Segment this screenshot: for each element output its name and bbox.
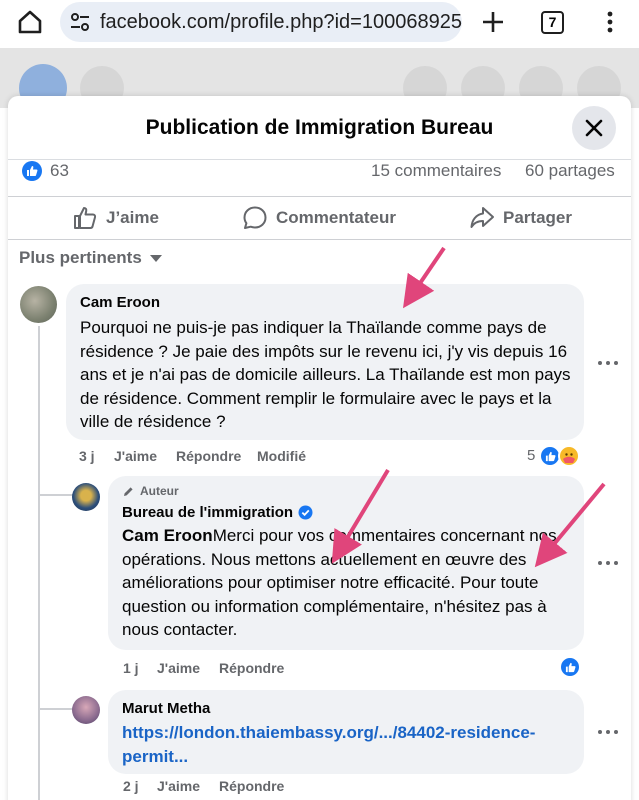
shares-count[interactable]: 60 partages	[525, 161, 615, 181]
comment-text: Pourquoi ne puis-je pas indiquer la Thaï…	[80, 318, 571, 431]
comment-bubble: Marut Metha https://london.thaiembassy.o…	[108, 690, 584, 774]
sort-label: Plus pertinents	[19, 248, 142, 267]
share-arrow-icon	[470, 207, 494, 228]
comment-like-button[interactable]: J'aime	[114, 448, 157, 464]
browser-toolbar: facebook.com/profile.php?id=100068925 7	[0, 0, 639, 48]
comment-bubble: Cam Eroon Pourquoi ne puis-je pas indiqu…	[66, 284, 584, 440]
url-text: facebook.com/profile.php?id=100068925	[100, 10, 462, 33]
more-vertical-icon[interactable]	[600, 10, 620, 34]
post-stats: 63 15 commentaires 60 partages	[8, 160, 631, 182]
comment-author[interactable]: Cam Eroon	[80, 294, 160, 311]
address-bar[interactable]: facebook.com/profile.php?id=100068925	[60, 2, 462, 42]
comment-author[interactable]: Marut Metha	[122, 700, 210, 717]
author-badge: Auteur	[122, 484, 179, 498]
comment-time[interactable]: 1 j	[123, 660, 139, 676]
comment-time[interactable]: 3 j	[79, 448, 95, 464]
more-options-icon[interactable]	[598, 359, 618, 367]
thumbs-up-icon	[74, 207, 97, 229]
comments-count[interactable]: 15 commentaires	[371, 161, 501, 181]
comment-text: Cam EroonMerci pour vos commentaires con…	[122, 524, 572, 642]
close-icon	[585, 119, 603, 137]
comment-bubble-icon	[243, 206, 267, 229]
post-dialog: Publication de Immigration Bureau 63 15 …	[8, 96, 631, 800]
dialog-header: Publication de Immigration Bureau	[8, 96, 631, 160]
verified-badge-icon	[298, 505, 313, 520]
avatar[interactable]	[72, 483, 100, 511]
comment-sort-dropdown[interactable]: Plus pertinents	[19, 248, 162, 268]
thread-line	[38, 626, 40, 800]
like-reaction-icon[interactable]	[22, 161, 42, 181]
comment-author[interactable]: Bureau de l'immigration	[122, 504, 293, 521]
likes-count[interactable]: 63	[50, 161, 69, 181]
comment-like-button[interactable]: J'aime	[157, 660, 200, 676]
comment-like-button[interactable]: J'aime	[157, 778, 200, 794]
care-reaction-icon[interactable]	[558, 445, 580, 467]
author-badge-label: Auteur	[140, 484, 179, 498]
comment-time[interactable]: 2 j	[123, 778, 139, 794]
home-icon[interactable]	[16, 8, 44, 36]
close-button[interactable]	[572, 106, 616, 150]
like-label: J’aime	[106, 208, 159, 227]
more-options-icon[interactable]	[598, 559, 618, 567]
like-button[interactable]: J’aime	[72, 197, 159, 239]
mention-link[interactable]: Cam Eroon	[122, 526, 213, 545]
avatar[interactable]	[72, 696, 100, 724]
thread-line	[38, 326, 40, 626]
pencil-icon	[124, 486, 133, 496]
avatar[interactable]	[20, 286, 57, 323]
comment-author-row: Bureau de l'immigration	[122, 504, 313, 521]
comment-reply-button[interactable]: Répondre	[219, 660, 284, 676]
caret-down-icon	[149, 254, 162, 262]
comment-link[interactable]: https://london.thaiembassy.org/.../84402…	[122, 721, 572, 768]
comment-button[interactable]: Commentateur	[242, 197, 396, 239]
post-actions: J’aime Commentateur Partager	[8, 196, 631, 240]
like-reaction-icon[interactable]	[559, 656, 581, 678]
more-options-icon[interactable]	[598, 728, 618, 736]
comment-label: Commentateur	[276, 208, 396, 227]
dialog-title: Publication de Immigration Bureau	[145, 116, 494, 139]
share-label: Partager	[503, 208, 572, 227]
comment-bubble: Auteur Bureau de l'immigration Cam Eroon…	[108, 476, 584, 650]
edited-label: Modifié	[257, 448, 306, 464]
comment-reply-button[interactable]: Répondre	[219, 778, 284, 794]
site-settings-icon[interactable]	[68, 10, 92, 34]
reaction-count[interactable]: 5	[527, 447, 535, 464]
comment-reply-button[interactable]: Répondre	[176, 448, 241, 464]
tab-switcher-button[interactable]: 7	[541, 11, 564, 34]
share-button[interactable]: Partager	[469, 197, 572, 239]
plus-icon[interactable]	[480, 9, 506, 35]
